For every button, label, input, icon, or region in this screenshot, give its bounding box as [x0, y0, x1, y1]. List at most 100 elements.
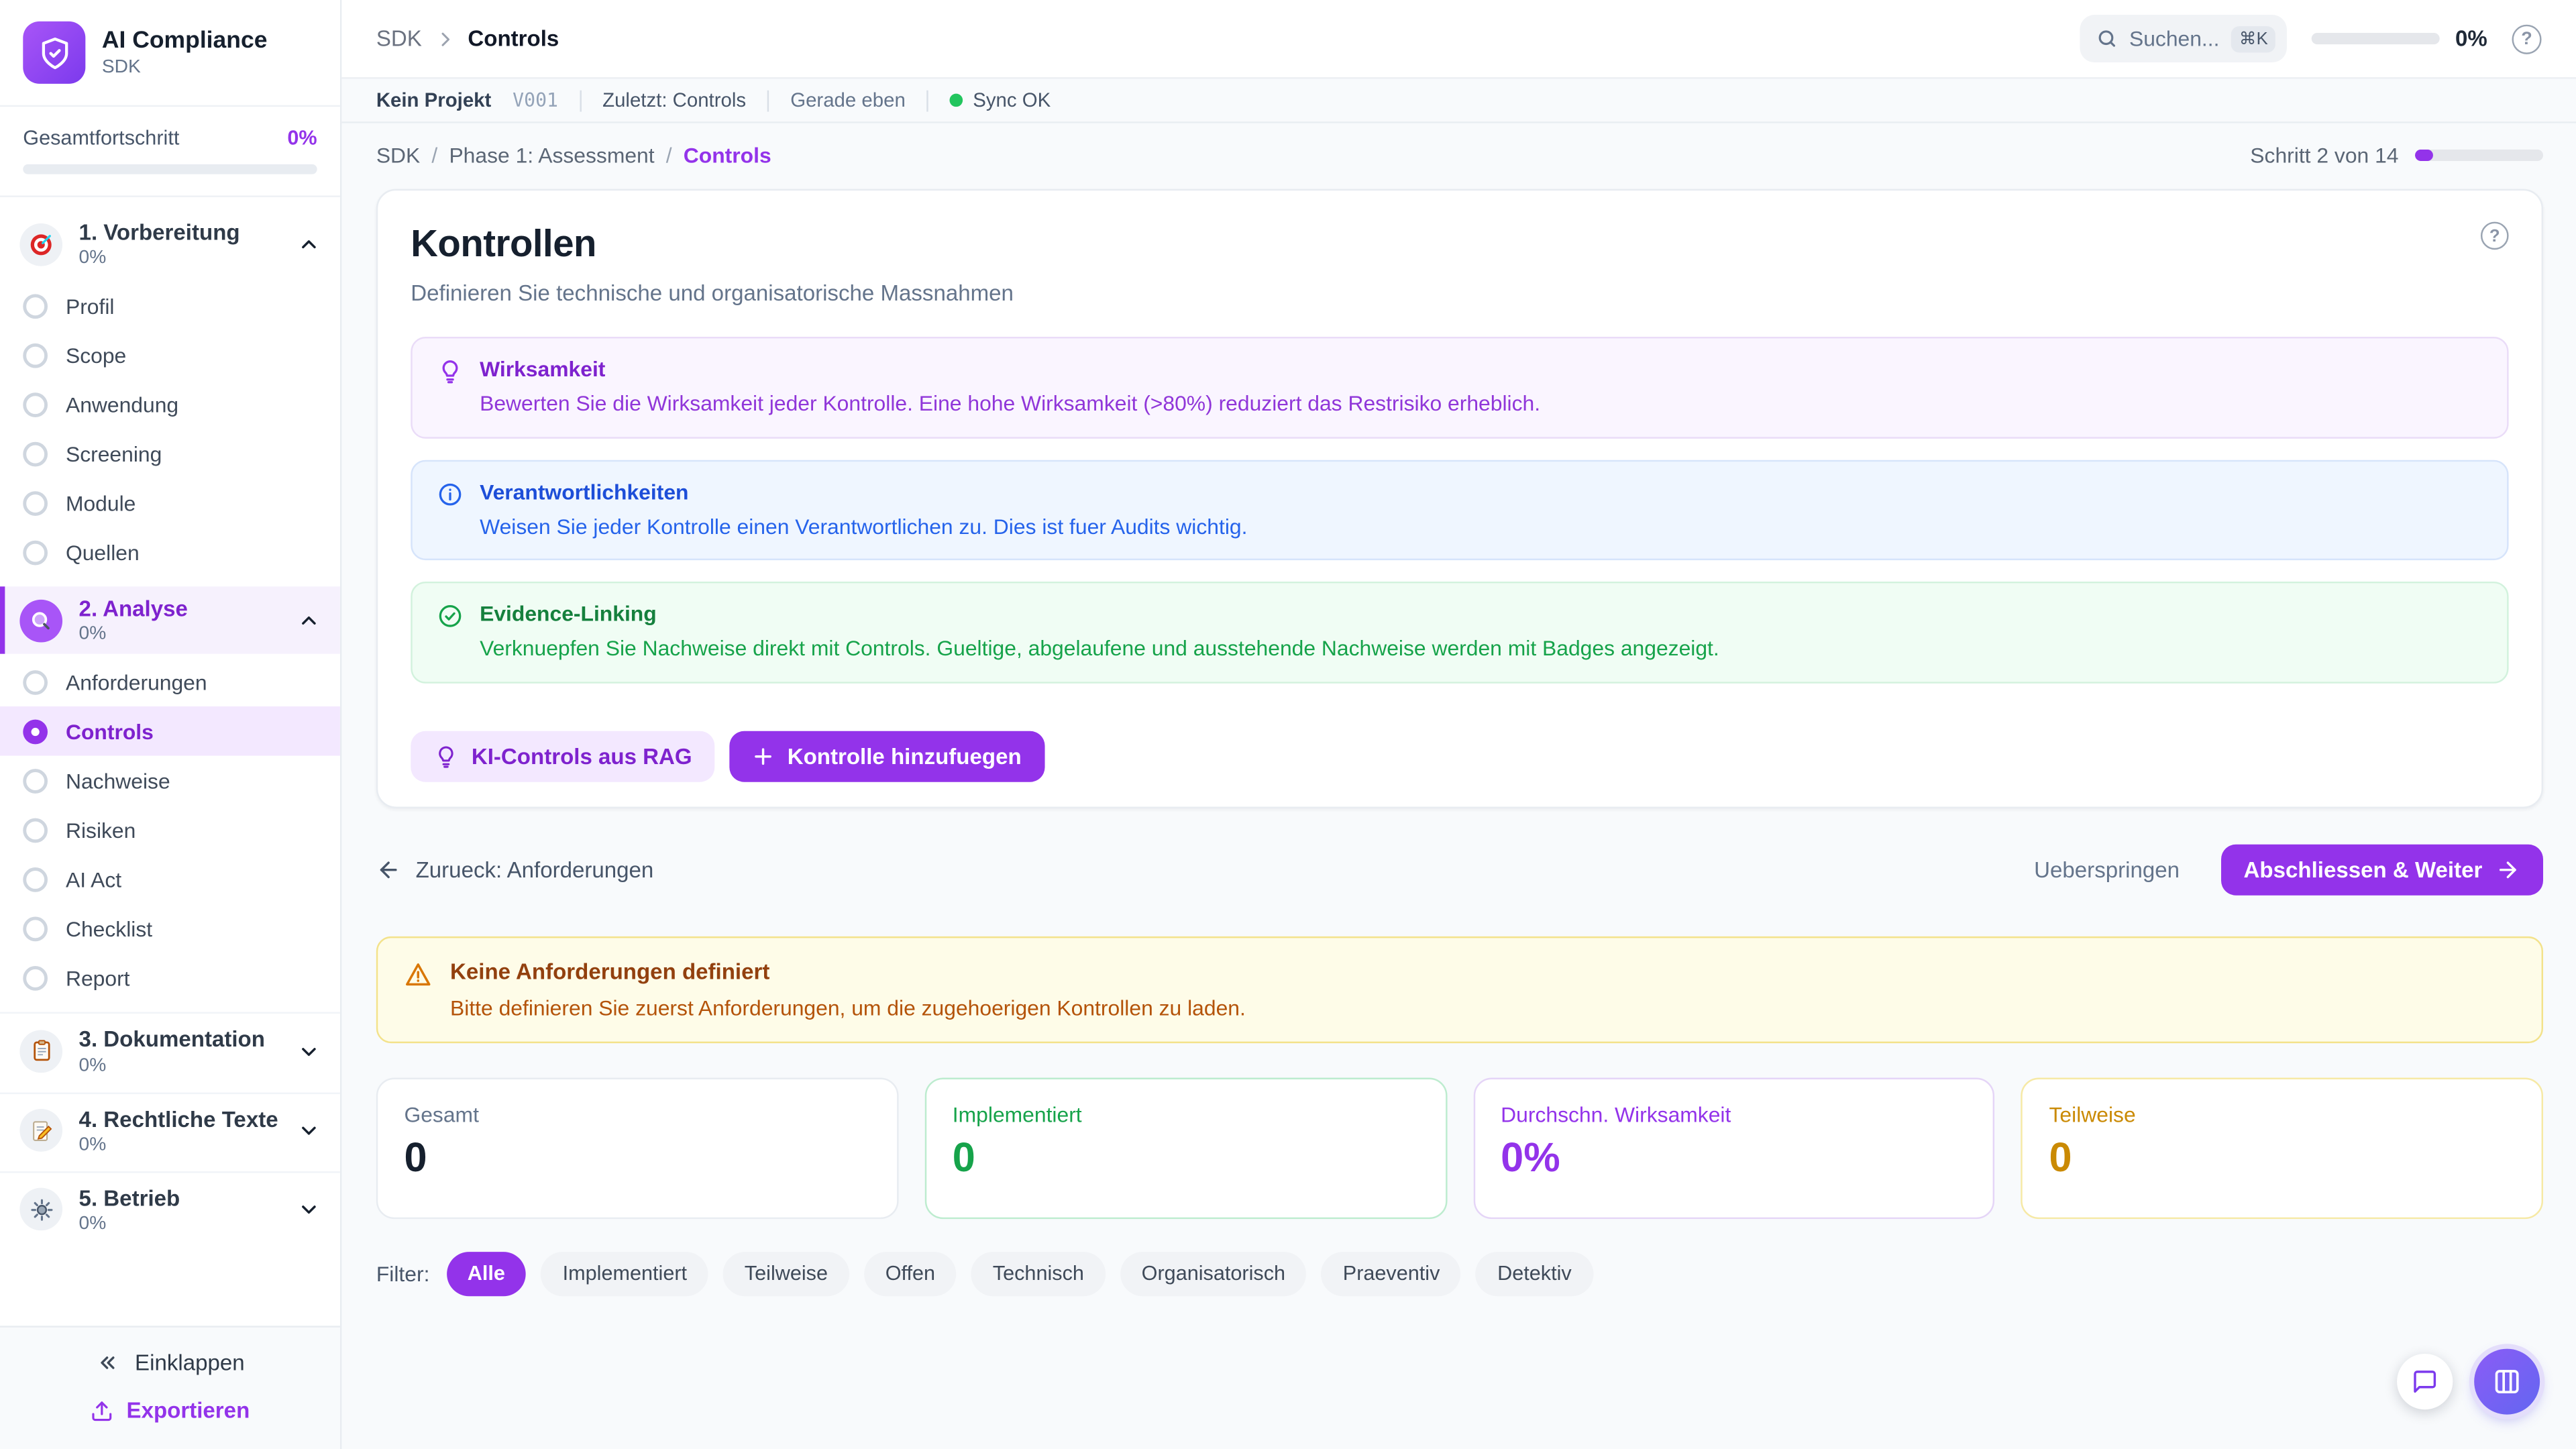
sidebar-item-label: Scope: [66, 343, 126, 368]
sidebar-item-checklist[interactable]: Checklist: [0, 904, 340, 953]
overall-progress-bar: [23, 164, 317, 174]
sidebar-section-header-4-rechtliche-texte[interactable]: 4. Rechtliche Texte0%: [0, 1097, 340, 1165]
stat-label: Gesamt: [404, 1102, 870, 1126]
sidebar-item-profil[interactable]: Profil: [0, 281, 340, 330]
sidebar-item-ai-act[interactable]: AI Act: [0, 855, 340, 904]
sidebar-item-screening[interactable]: Screening: [0, 429, 340, 478]
sidebar-item-label: Anwendung: [66, 392, 178, 417]
sidebar-item-report[interactable]: Report: [0, 953, 340, 1002]
overall-progress-value: 0%: [287, 127, 317, 150]
breadcrumb-current: Controls: [468, 26, 559, 51]
sync-status: Sync OK: [950, 89, 1051, 111]
skip-button[interactable]: Ueberspringen: [2034, 857, 2180, 881]
sidebar-item-label: Screening: [66, 441, 162, 466]
section-items: Profil Scope Anwendung Screening ModuleQuell…: [0, 281, 340, 577]
info-box-title: Evidence-Linking: [480, 602, 1719, 627]
collapse-sidebar-button[interactable]: Einklappen: [95, 1350, 244, 1375]
gear-icon: [19, 1188, 62, 1231]
kontrollen-card: Kontrollen ? Definieren Sie technische u…: [376, 189, 2543, 808]
sidebar-item-nachweise[interactable]: Nachweise: [0, 756, 340, 805]
back-label: Zurueck: Anforderungen: [416, 857, 654, 881]
search-kbd-shortcut: ⌘K: [2231, 25, 2276, 52]
sidebar-item-anwendung[interactable]: Anwendung: [0, 380, 340, 429]
sidebar-section-4-rechtliche-texte: 4. Rechtliche Texte0%: [0, 1092, 340, 1165]
stat-value: 0%: [1501, 1134, 1967, 1182]
check-circle-icon: [437, 603, 463, 663]
filter-chip-praeventiv[interactable]: Praeventiv: [1322, 1251, 1461, 1295]
filter-chip-organisatorisch[interactable]: Organisatorisch: [1120, 1251, 1307, 1295]
help-icon[interactable]: ?: [2512, 24, 2541, 54]
clipboard-icon: [19, 1030, 62, 1073]
chevron-up-icon: [297, 233, 320, 256]
header-progress-value: 0%: [2455, 26, 2487, 51]
sidebar-section-header-2-analyse[interactable]: 2. Analyse0%: [0, 587, 340, 655]
section-progress: 0%: [79, 248, 240, 268]
sidebar-footer: Einklappen Exportieren: [0, 1326, 340, 1449]
back-button[interactable]: Zurueck: Anforderungen: [376, 857, 653, 881]
stat-value: 0: [2049, 1134, 2515, 1182]
divider: [767, 89, 769, 111]
section-title: 4. Rechtliche Texte: [79, 1107, 278, 1134]
filter-chip-offen[interactable]: Offen: [864, 1251, 957, 1295]
step-progress-bar: [2415, 150, 2543, 161]
export-button[interactable]: Exportieren: [91, 1398, 250, 1423]
filter-label: Filter:: [376, 1261, 430, 1286]
filter-chip-technisch[interactable]: Technisch: [971, 1251, 1106, 1295]
board-view-button[interactable]: [2474, 1349, 2540, 1415]
stat-label: Teilweise: [2049, 1102, 2515, 1126]
chat-button[interactable]: [2397, 1354, 2453, 1409]
add-control-button[interactable]: Kontrolle hinzufuegen: [730, 731, 1044, 782]
sidebar-item-controls[interactable]: Controls: [0, 707, 340, 756]
columns-icon: [2492, 1367, 2522, 1397]
stat-card-durchschn-wirksamkeit: Durchschn. Wirksamkeit 0%: [1473, 1077, 1995, 1219]
finish-next-label: Abschliessen & Weiter: [2244, 857, 2483, 881]
page-breadcrumb: SDK / Phase 1: Assessment / Controls: [376, 143, 771, 168]
stat-label: Implementiert: [953, 1102, 1419, 1126]
info-circle-icon: [437, 480, 463, 541]
sidebar-item-scope[interactable]: Scope: [0, 331, 340, 380]
filter-chip-implementiert[interactable]: Implementiert: [541, 1251, 708, 1295]
filter-chip-teilweise[interactable]: Teilweise: [723, 1251, 849, 1295]
breadcrumb-root[interactable]: SDK: [376, 26, 422, 51]
filter-chips: Alle Implementiert Teilweise Offen Technisch…: [446, 1251, 1593, 1295]
sidebar-item-module[interactable]: Module: [0, 478, 340, 527]
crumb-separator: /: [666, 143, 672, 168]
sidebar-item-anforderungen[interactable]: Anforderungen: [0, 658, 340, 707]
page-crumb-sdk[interactable]: SDK: [376, 143, 420, 168]
radio-checked-icon: [23, 719, 48, 744]
floating-actions: [2397, 1349, 2540, 1415]
stat-label: Durchschn. Wirksamkeit: [1501, 1102, 1967, 1126]
app-title: AI Compliance: [102, 28, 268, 55]
radio-empty-icon: [23, 294, 48, 319]
sidebar-item-label: Risiken: [66, 818, 136, 843]
version-badge: V001: [513, 89, 558, 111]
statusbar: Kein Projekt V001 Zuletzt: Controls Gera…: [341, 79, 2576, 123]
page-crumb-phase[interactable]: Phase 1: Assessment: [449, 143, 654, 168]
sidebar-section-header-1-vorbereitung[interactable]: 1. Vorbereitung0%: [0, 210, 340, 278]
search-placeholder: Suchen...: [2129, 26, 2220, 51]
sidebar-item-quellen[interactable]: Quellen: [0, 528, 340, 577]
info-box-evidence-linking: Evidence-Linking Verknuepfen Sie Nachweis…: [411, 582, 2508, 683]
filter-chip-detektiv[interactable]: Detektiv: [1476, 1251, 1593, 1295]
info-box-body: Weisen Sie jeder Kontrolle einen Verantw…: [480, 512, 1247, 541]
finish-next-button[interactable]: Abschliessen & Weiter: [2220, 844, 2543, 895]
arrow-left-icon: [376, 857, 401, 881]
sidebar-section-header-5-betrieb[interactable]: 5. Betrieb0%: [0, 1176, 340, 1244]
search-input[interactable]: Suchen... ⌘K: [2080, 15, 2288, 62]
ai-controls-button[interactable]: KI-Controls aus RAG: [411, 731, 715, 782]
double-chevron-left-icon: [95, 1350, 120, 1375]
warning-body: Bitte definieren Sie zuerst Anforderunge…: [450, 995, 1246, 1020]
sidebar-item-risiken[interactable]: Risiken: [0, 806, 340, 855]
project-name: Kein Projekt: [376, 89, 492, 111]
breadcrumb: SDK Controls: [376, 26, 559, 51]
filter-row: Filter: Alle Implementiert Teilweise Offen T…: [376, 1251, 2543, 1295]
ai-controls-label: KI-Controls aus RAG: [472, 744, 692, 769]
sidebar-item-label: Anforderungen: [66, 670, 207, 695]
info-box-body: Verknuepfen Sie Nachweise direkt mit Con…: [480, 635, 1719, 663]
sidebar-section-header-3-dokumentation[interactable]: 3. Dokumentation0%: [0, 1018, 340, 1085]
section-title: 5. Betrieb: [79, 1186, 180, 1213]
filter-chip-alle[interactable]: Alle: [446, 1251, 527, 1295]
radio-empty-icon: [23, 769, 48, 794]
info-box-verantwortlichkeiten: VerantwortlichkeitenWeisen Sie jeder Kon…: [411, 460, 2508, 561]
card-help-icon[interactable]: ?: [2481, 222, 2509, 250]
